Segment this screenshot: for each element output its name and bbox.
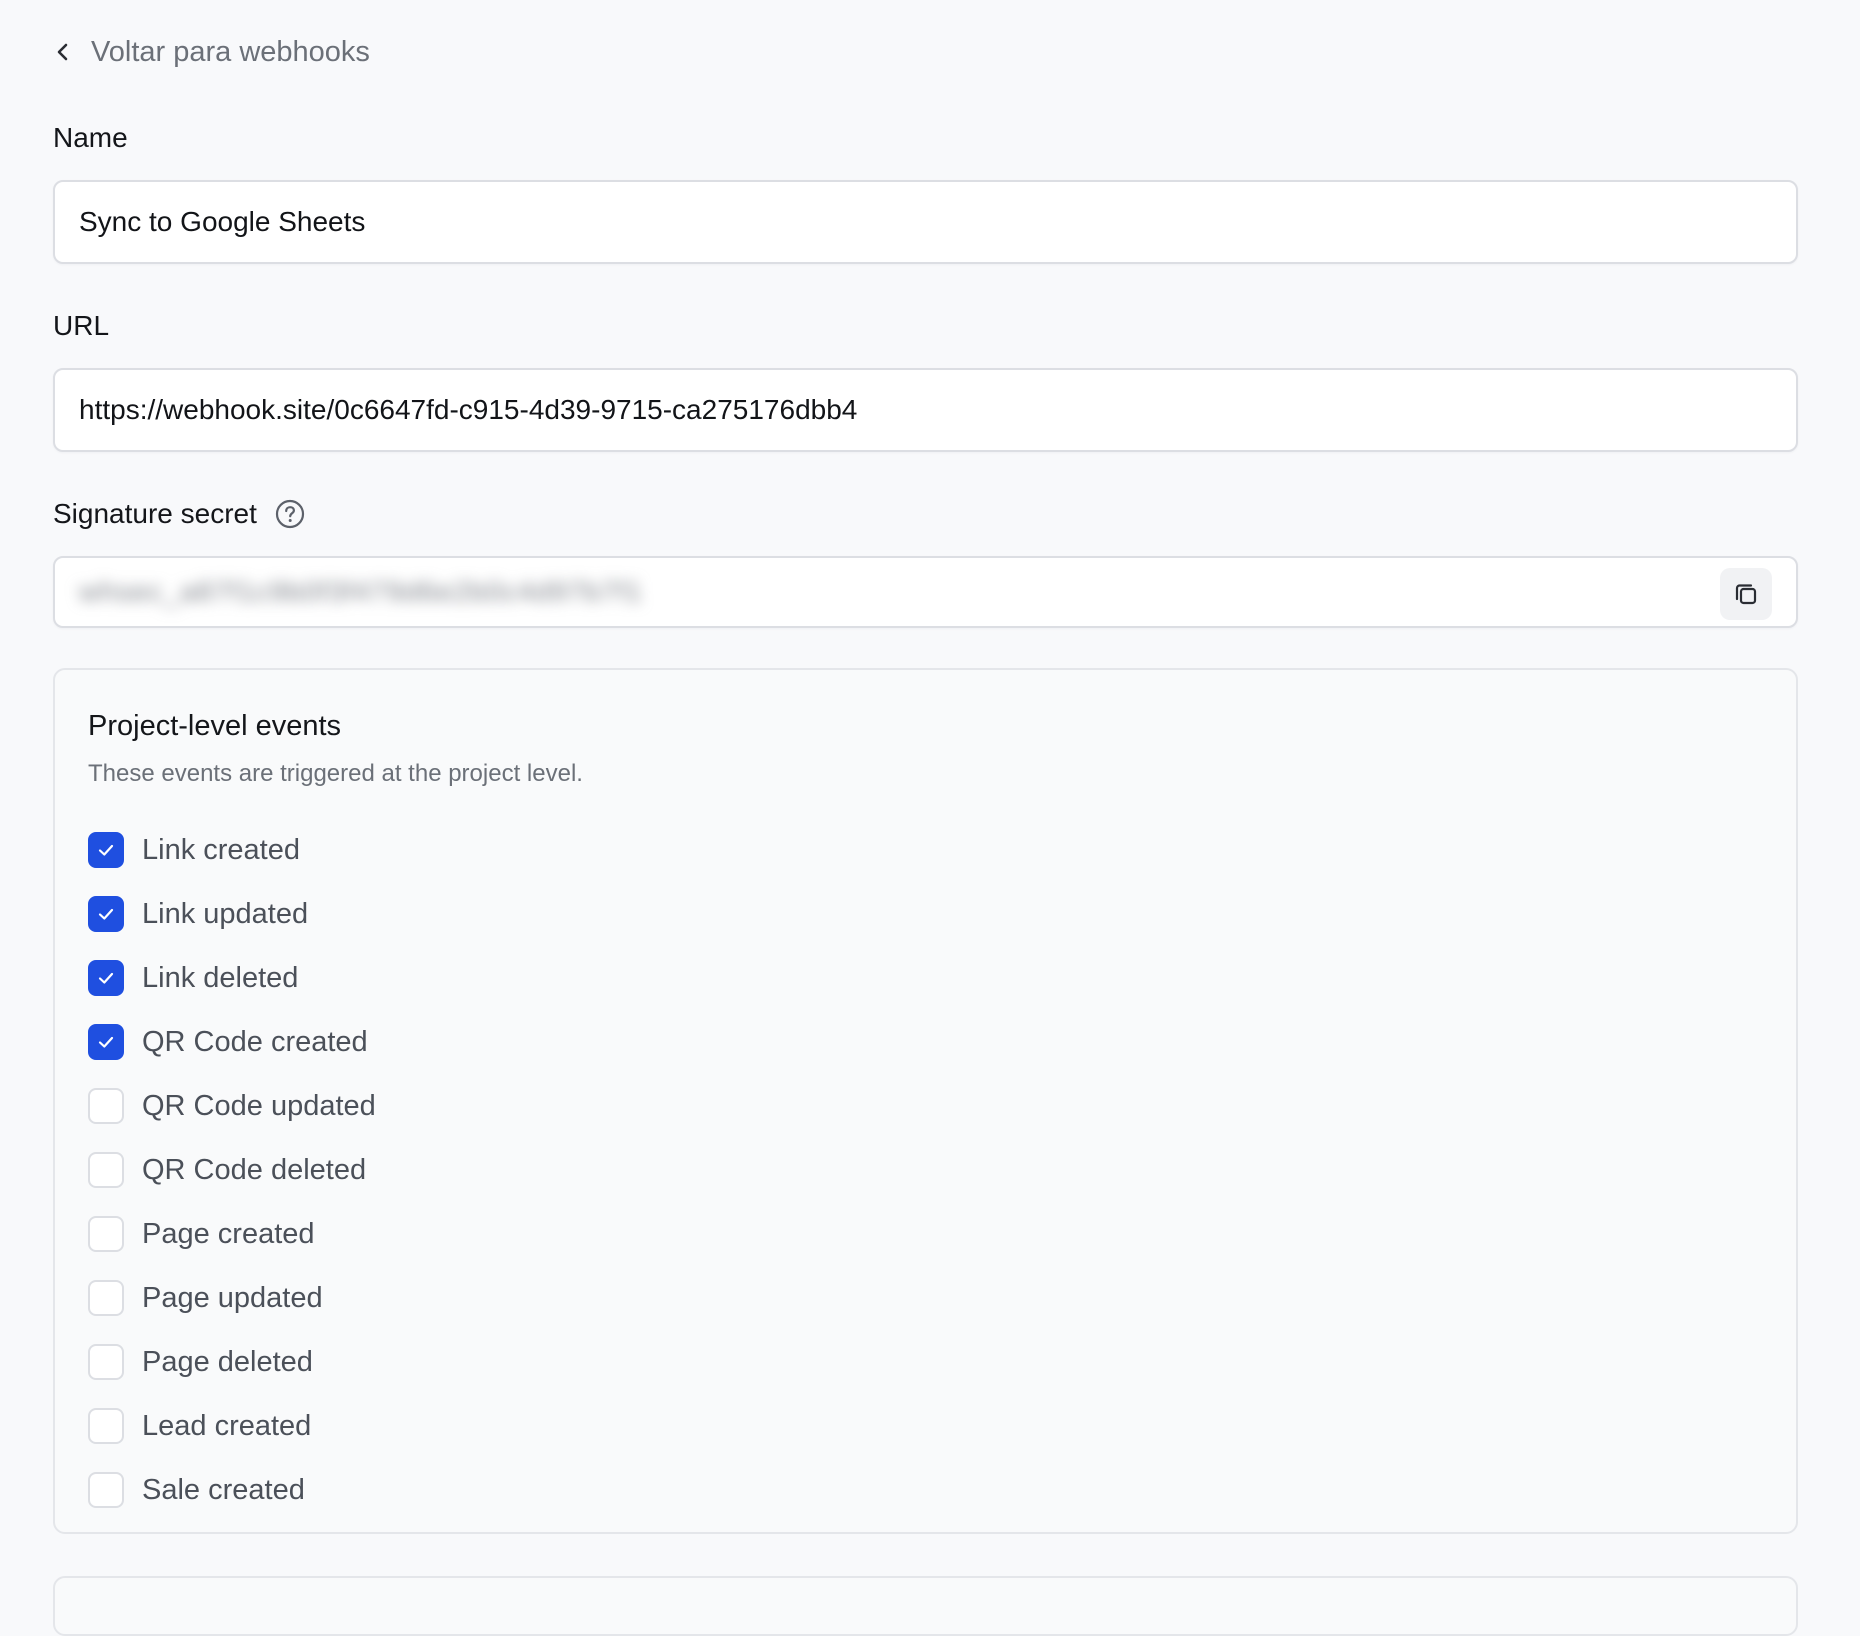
url-label-text: URL <box>53 310 110 341</box>
event-label: Link updated <box>142 897 309 930</box>
event-qr-code-created[interactable]: QR Code created <box>88 1010 376 1074</box>
event-page-created[interactable]: Page created <box>88 1202 376 1266</box>
name-input-value: Sync to Google Sheets <box>79 206 366 237</box>
checkbox[interactable] <box>88 896 124 932</box>
project-events-description: These events are triggered at the projec… <box>88 760 583 787</box>
copy-icon <box>1732 580 1760 608</box>
event-link-created[interactable]: Link created <box>88 818 376 882</box>
check-icon <box>98 1036 114 1048</box>
signature-secret-label: Signature secret <box>53 498 305 530</box>
event-page-deleted[interactable]: Page deleted <box>88 1330 376 1394</box>
event-lead-created[interactable]: Lead created <box>88 1394 376 1458</box>
checkbox[interactable] <box>88 960 124 996</box>
checkbox[interactable] <box>88 1280 124 1316</box>
name-input[interactable]: Sync to Google Sheets <box>53 180 1798 264</box>
checkbox[interactable] <box>88 1344 124 1380</box>
event-label: Page created <box>142 1217 315 1250</box>
question-circle-icon[interactable] <box>275 499 305 529</box>
event-label: Page deleted <box>142 1345 313 1378</box>
checkbox[interactable] <box>88 1408 124 1444</box>
event-label: Link deleted <box>142 961 299 994</box>
copy-secret-button[interactable] <box>1720 568 1772 620</box>
event-checkbox-list: Link created Link updated Link deleted Q… <box>88 818 376 1522</box>
checkbox[interactable] <box>88 1024 124 1060</box>
check-icon <box>98 972 114 984</box>
signature-secret-label-text: Signature secret <box>53 498 257 529</box>
event-label: QR Code updated <box>142 1089 376 1122</box>
name-label-text: Name <box>53 122 128 153</box>
event-qr-code-deleted[interactable]: QR Code deleted <box>88 1138 376 1202</box>
url-input[interactable]: https://webhook.site/0c6647fd-c915-4d39-… <box>53 368 1798 452</box>
check-icon <box>98 844 114 856</box>
event-link-updated[interactable]: Link updated <box>88 882 376 946</box>
event-label: Page updated <box>142 1281 323 1314</box>
event-label: QR Code created <box>142 1025 368 1058</box>
event-link-deleted[interactable]: Link deleted <box>88 946 376 1010</box>
back-link-label: Voltar para webhooks <box>91 35 370 68</box>
back-to-webhooks-link[interactable]: Voltar para webhooks <box>53 32 370 72</box>
url-input-value: https://webhook.site/0c6647fd-c915-4d39-… <box>79 394 858 425</box>
checkbox[interactable] <box>88 832 124 868</box>
event-label: Link created <box>142 833 300 866</box>
checkbox[interactable] <box>88 1152 124 1188</box>
url-label: URL <box>53 310 109 342</box>
name-label: Name <box>53 122 128 154</box>
project-events-title: Project-level events <box>88 710 342 742</box>
project-level-events-card: Project-level events These events are tr… <box>53 668 1798 1534</box>
event-label: QR Code deleted <box>142 1153 367 1186</box>
event-page-updated[interactable]: Page updated <box>88 1266 376 1330</box>
checkbox[interactable] <box>88 1088 124 1124</box>
chevron-left-icon <box>53 40 73 64</box>
next-section-card <box>53 1576 1798 1636</box>
signature-secret-input[interactable]: whsec_a87f1c9b0f3f479d6e2b0c4d97b7f1 <box>53 556 1798 628</box>
event-label: Lead created <box>142 1409 312 1442</box>
check-icon <box>98 908 114 920</box>
event-qr-code-updated[interactable]: QR Code updated <box>88 1074 376 1138</box>
checkbox[interactable] <box>88 1216 124 1252</box>
event-label: Sale created <box>142 1473 305 1506</box>
signature-secret-value: whsec_a87f1c9b0f3f479d6e2b0c4d97b7f1 <box>79 576 643 607</box>
checkbox[interactable] <box>88 1472 124 1508</box>
event-sale-created[interactable]: Sale created <box>88 1458 376 1522</box>
